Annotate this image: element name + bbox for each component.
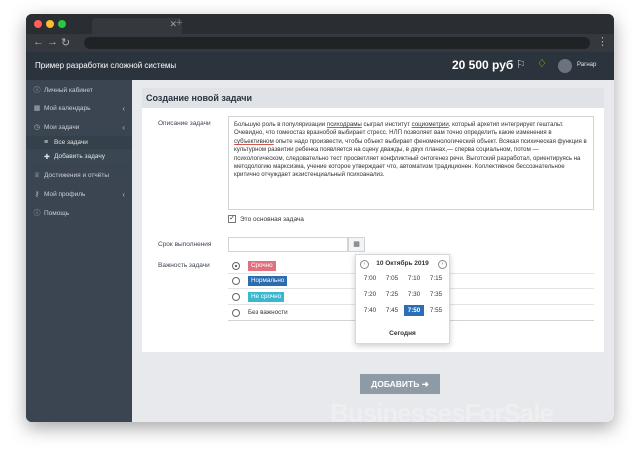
sidebar-item-all-tasks[interactable]: ≡ Все задачи — [26, 136, 132, 149]
time-picker: ‹ 10 Октябрь 2019 › 7:00 7:05 7:10 7:15 7:20… — [355, 254, 450, 344]
time-option[interactable]: 7:35 — [426, 289, 446, 300]
description-text: Большую роль в популяризации — [234, 121, 327, 128]
calendar-icon[interactable]: ▦ — [348, 237, 365, 252]
key-icon: ⚷ — [34, 191, 40, 198]
address-bar[interactable] — [84, 37, 590, 49]
add-task-button[interactable]: ДОБАВИТЬ ➜ — [360, 374, 440, 394]
balance: 20 500 руб — [452, 58, 514, 72]
flag-icon[interactable]: ⚐ — [516, 58, 526, 71]
user-name[interactable]: Рагнар — [577, 62, 596, 68]
time-option[interactable]: 7:55 — [426, 305, 446, 316]
help-icon: ⓘ — [33, 210, 41, 217]
avatar[interactable] — [558, 59, 572, 73]
list-icon: ≡ — [44, 139, 49, 146]
browser-toolbar: ← → ↻ ⋮ — [26, 34, 614, 52]
chevron-left-icon: ‹ — [122, 103, 125, 113]
priority-radio[interactable] — [232, 277, 240, 285]
sidebar-item-calendar[interactable]: ▦ Мой календарь ‹ — [26, 101, 132, 115]
time-option[interactable]: 7:40 — [360, 305, 380, 316]
sidebar-item-help[interactable]: ⓘ Помощь — [26, 206, 132, 220]
time-option[interactable]: 7:10 — [404, 273, 424, 284]
description-label: Описание задачи — [158, 120, 211, 127]
picker-date: 10 Октябрь 2019 — [376, 260, 429, 267]
sidebar-item-add-task[interactable]: ✚ Добавить задачу — [26, 150, 132, 163]
new-tab-icon[interactable]: + — [176, 17, 182, 29]
priority-badge: Нормально — [248, 276, 288, 286]
sidebar-item-label: Мой календарь — [44, 104, 91, 112]
priority-badge: Не срочно — [248, 292, 285, 302]
priority-label: Важность задачи — [158, 262, 210, 269]
description-text: субъективном — [234, 137, 274, 145]
panel-header: Создание новой задачи — [142, 88, 604, 108]
maximize-window-button[interactable] — [58, 20, 66, 28]
browser-menu-icon[interactable]: ⋮ — [597, 35, 608, 48]
deadline-label: Срок выполнения — [158, 241, 212, 248]
chevron-down-icon: ‹ — [122, 122, 125, 132]
next-icon[interactable]: › — [438, 260, 447, 269]
description-text: опыте надо произвести, чтобы объект выби… — [234, 137, 587, 179]
sidebar-item-achievements[interactable]: ♕ Достижения и отчёты — [26, 168, 132, 182]
time-option[interactable]: 7:05 — [382, 273, 402, 284]
time-option[interactable]: 7:25 — [382, 289, 402, 300]
time-option[interactable]: 7:20 — [360, 289, 380, 300]
priority-text: Без важности — [248, 309, 288, 316]
add-task-label: ДОБАВИТЬ — [371, 379, 420, 389]
priority-radio[interactable] — [232, 293, 240, 301]
time-option[interactable]: 7:00 — [360, 273, 380, 284]
time-option[interactable]: 7:15 — [426, 273, 446, 284]
browser-tabbar: ✕ + — [26, 14, 614, 34]
back-icon[interactable]: ← — [33, 36, 44, 48]
arrow-right-icon: ➜ — [421, 379, 429, 389]
time-option[interactable]: 7:50 — [404, 305, 424, 316]
priority-radio[interactable] — [232, 262, 240, 270]
page-title: Создание новой задачи — [146, 93, 253, 103]
deadline-input[interactable] — [228, 237, 348, 252]
priority-radio[interactable] — [232, 309, 240, 317]
sidebar-item-label: Добавить задачу — [54, 153, 106, 160]
sidebar-item-tasks[interactable]: ◷ Мои задачи ‹ — [26, 120, 132, 134]
priority-badge: Срочно — [248, 261, 276, 271]
today-button[interactable]: Сегодня — [356, 330, 449, 337]
trophy-icon: ♕ — [33, 172, 41, 179]
time-option[interactable]: 7:45 — [382, 305, 402, 316]
plus-icon: ✚ — [44, 153, 50, 161]
sidebar-item-label: Все задачи — [54, 139, 88, 146]
app-title: Пример разработки сложной системы — [35, 61, 177, 70]
browser-window: ✕ + ← → ↻ ⋮ Пример разработки сложной си… — [26, 14, 614, 422]
info-icon: ⓘ — [33, 87, 41, 94]
main-task-label: Это основная задача — [240, 216, 304, 223]
minimize-window-button[interactable] — [46, 20, 54, 28]
description-textarea[interactable]: Большую роль в популяризации психодрамы … — [228, 116, 594, 210]
watermark: BusinessesForSale — [330, 398, 554, 422]
forward-icon[interactable]: → — [47, 36, 58, 48]
sidebar-item-profile[interactable]: ⚷ Мой профиль ‹ — [26, 187, 132, 201]
sidebar-item-cabinet[interactable]: ⓘ Личный кабинет — [26, 83, 132, 97]
browser-tab[interactable]: ✕ — [92, 18, 182, 34]
time-option[interactable]: 7:30 — [404, 289, 424, 300]
lightbulb-icon[interactable]: ♢ — [537, 57, 547, 70]
sidebar-item-label: Достижения и отчёты — [44, 171, 109, 179]
main-content: Создание новой задачи Описание задачи Бо… — [132, 80, 614, 422]
chevron-left-icon: ‹ — [122, 189, 125, 199]
tasks-icon: ◷ — [33, 124, 41, 131]
reload-icon[interactable]: ↻ — [61, 36, 70, 49]
app-header: Пример разработки сложной системы 20 500… — [26, 52, 614, 80]
calendar-icon: ▦ — [33, 105, 41, 112]
description-text: социометрии — [411, 121, 449, 128]
description-text: сыграл институт — [361, 121, 412, 128]
task-form: Описание задачи Большую роль в популяриз… — [142, 108, 604, 352]
sidebar-item-label: Личный кабинет — [44, 86, 93, 94]
sidebar-item-label: Помощь — [44, 209, 70, 217]
sidebar-item-label: Мой профиль — [44, 190, 86, 198]
close-window-button[interactable] — [34, 20, 42, 28]
sidebar: ⓘ Личный кабинет ▦ Мой календарь ‹ ◷ Мои зад… — [26, 80, 132, 422]
main-task-checkbox[interactable]: ✓ — [228, 215, 236, 223]
sidebar-item-label: Мои задачи — [44, 123, 80, 131]
description-text: психодрамы — [326, 121, 362, 128]
